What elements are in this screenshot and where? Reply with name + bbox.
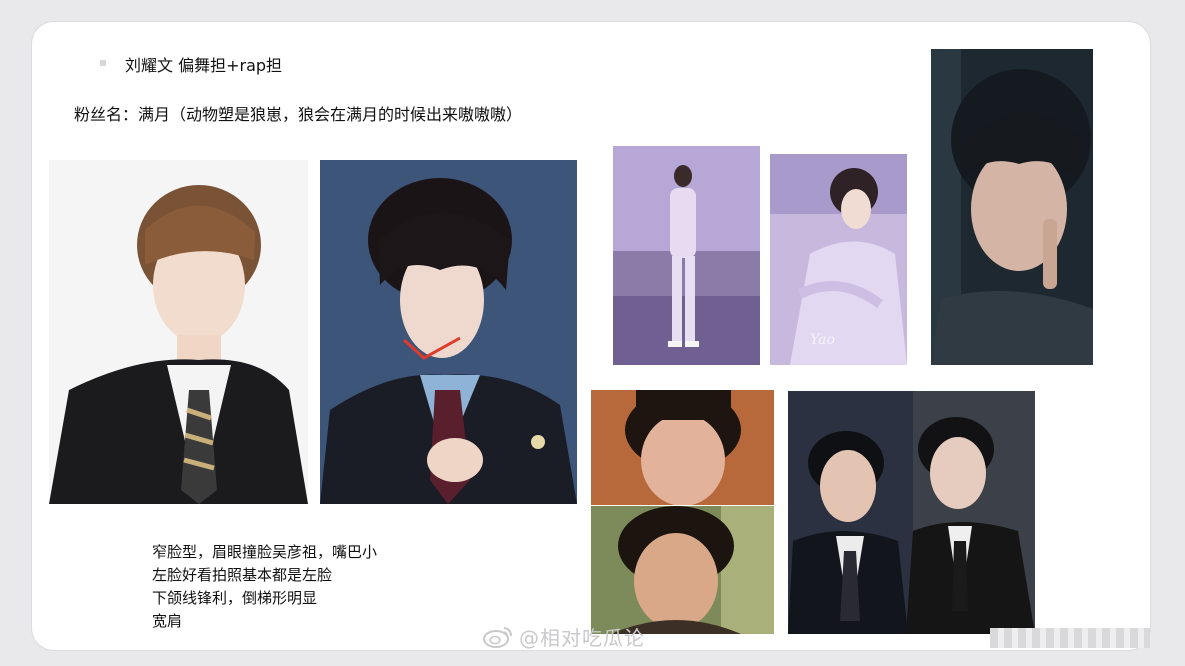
note-line: 宽肩	[152, 612, 183, 630]
svg-text:Yao: Yao	[810, 332, 835, 348]
note-line: 下颌线锋利，倒梯形明显	[152, 589, 318, 607]
photo-dark-portrait	[931, 49, 1093, 365]
photo-compare-top	[591, 390, 774, 505]
weibo-watermark: @相对吃瓜论	[483, 622, 645, 651]
pixelated-overlay	[990, 628, 1150, 648]
photo-suit-white-bg	[49, 160, 308, 504]
photo-compare-duo	[788, 391, 1035, 634]
weibo-icon	[483, 625, 513, 649]
watermark-text: @相对吃瓜论	[519, 626, 645, 650]
feature-notes: 窄脸型，眉眼撞脸吴彦祖，嘴巴小 左脸好看拍照基本都是左脸 下颌线锋利，倒梯形明显…	[152, 541, 377, 633]
page-title: 刘耀文 偏舞担+rap担	[125, 56, 283, 75]
note-line: 窄脸型，眉眼撞脸吴彦祖，嘴巴小	[152, 543, 378, 561]
photo-suit-blue-bg	[320, 160, 577, 504]
fan-name-text: 粉丝名：满月（动物塑是狼崽，狼会在满月的时候出来嗷嗷嗷）	[74, 105, 523, 124]
bullet-mark	[100, 60, 106, 66]
photo-compare-bottom	[591, 506, 774, 634]
photo-lavender-beach-sitting: Yao	[770, 154, 907, 365]
note-line: 左脸好看拍照基本都是左脸	[152, 566, 333, 584]
photo-lavender-beach-standing	[613, 146, 760, 365]
